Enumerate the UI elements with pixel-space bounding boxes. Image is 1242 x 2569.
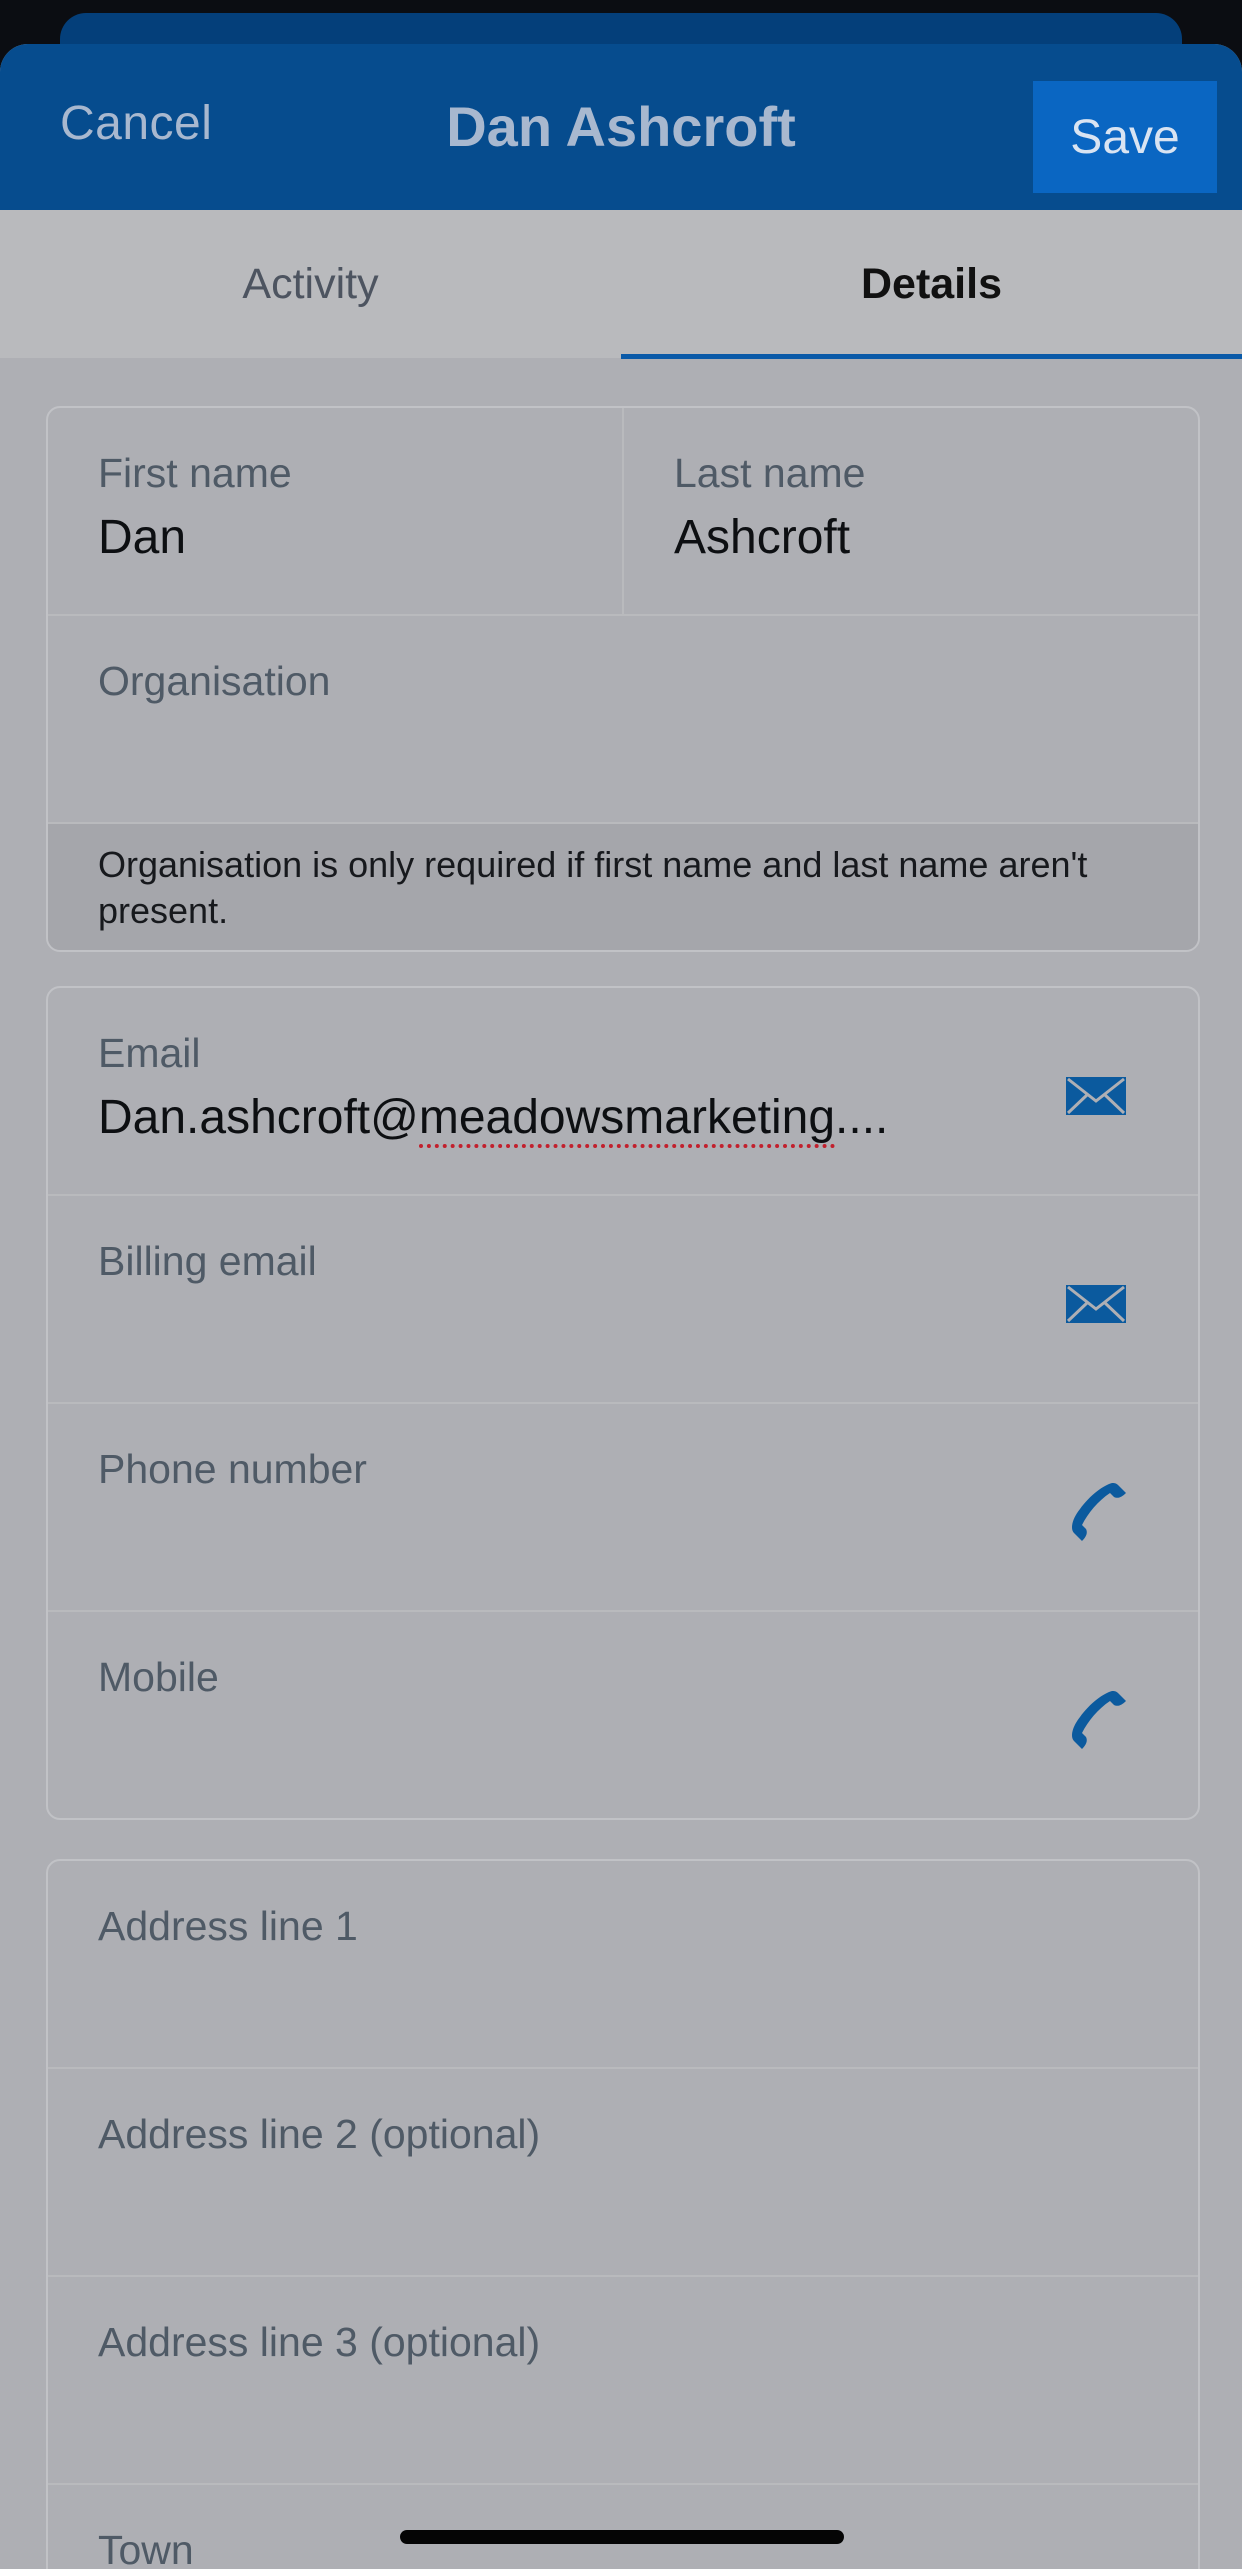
address-line-1-label: Address line 1 [98,1903,358,1949]
address-card: Address line 1 Address line 2 (optional)… [46,1859,1200,2569]
mobile-label: Mobile [98,1654,219,1700]
name-card: First name Dan Last name Ashcroft Organi… [46,406,1200,952]
billing-email-label: Billing email [98,1238,317,1284]
organisation-label: Organisation [98,658,331,704]
town-field[interactable]: Town [48,2485,1198,2569]
contact-card: Email Dan.ashcroft@meadowsmarketing.... … [46,986,1200,1820]
address-line-2-label: Address line 2 (optional) [98,2111,541,2157]
spellcheck-underline: meadowsmarketing [418,1091,836,1148]
mobile-field[interactable]: Mobile [48,1612,1198,1818]
phone-icon[interactable] [1064,1687,1128,1751]
town-label: Town [98,2527,194,2569]
last-name-value: Ashcroft [674,511,851,564]
name-row: First name Dan Last name Ashcroft [48,408,1198,616]
billing-email-field[interactable]: Billing email [48,1196,1198,1404]
email-label: Email [98,1030,201,1076]
email-value: Dan.ashcroft@meadowsmarketing.... [98,1090,889,1148]
home-indicator[interactable] [400,2530,844,2544]
first-name-field[interactable]: First name Dan [48,408,624,614]
phone-icon[interactable] [1064,1479,1128,1543]
phone-number-label: Phone number [98,1446,367,1492]
tab-activity[interactable]: Activity [0,210,621,358]
tab-details[interactable]: Details [621,210,1242,358]
email-value-prefix: Dan.ashcroft@ [98,1091,419,1144]
organisation-help-text: Organisation is only required if first n… [48,824,1198,950]
address-line-2-field[interactable]: Address line 2 (optional) [48,2069,1198,2277]
active-tab-indicator [621,354,1242,359]
save-button[interactable]: Save [1033,81,1217,193]
envelope-icon[interactable] [1064,1063,1128,1127]
address-line-3-field[interactable]: Address line 3 (optional) [48,2277,1198,2485]
first-name-value: Dan [98,511,187,564]
edit-contact-sheet: Cancel Dan Ashcroft Save Activity Detail… [0,44,1242,2569]
address-line-1-field[interactable]: Address line 1 [48,1861,1198,2069]
header-bar: Cancel Dan Ashcroft Save [0,44,1242,210]
email-field[interactable]: Email Dan.ashcroft@meadowsmarketing.... [48,988,1198,1196]
last-name-label: Last name [674,450,866,496]
last-name-field[interactable]: Last name Ashcroft [624,408,1198,614]
tab-bar: Activity Details [0,210,1242,358]
envelope-icon[interactable] [1064,1271,1128,1335]
first-name-label: First name [98,450,292,496]
email-value-suffix: .... [835,1091,889,1144]
phone-number-field[interactable]: Phone number [48,1404,1198,1612]
organisation-field[interactable]: Organisation [48,616,1198,824]
address-line-3-label: Address line 3 (optional) [98,2319,541,2365]
